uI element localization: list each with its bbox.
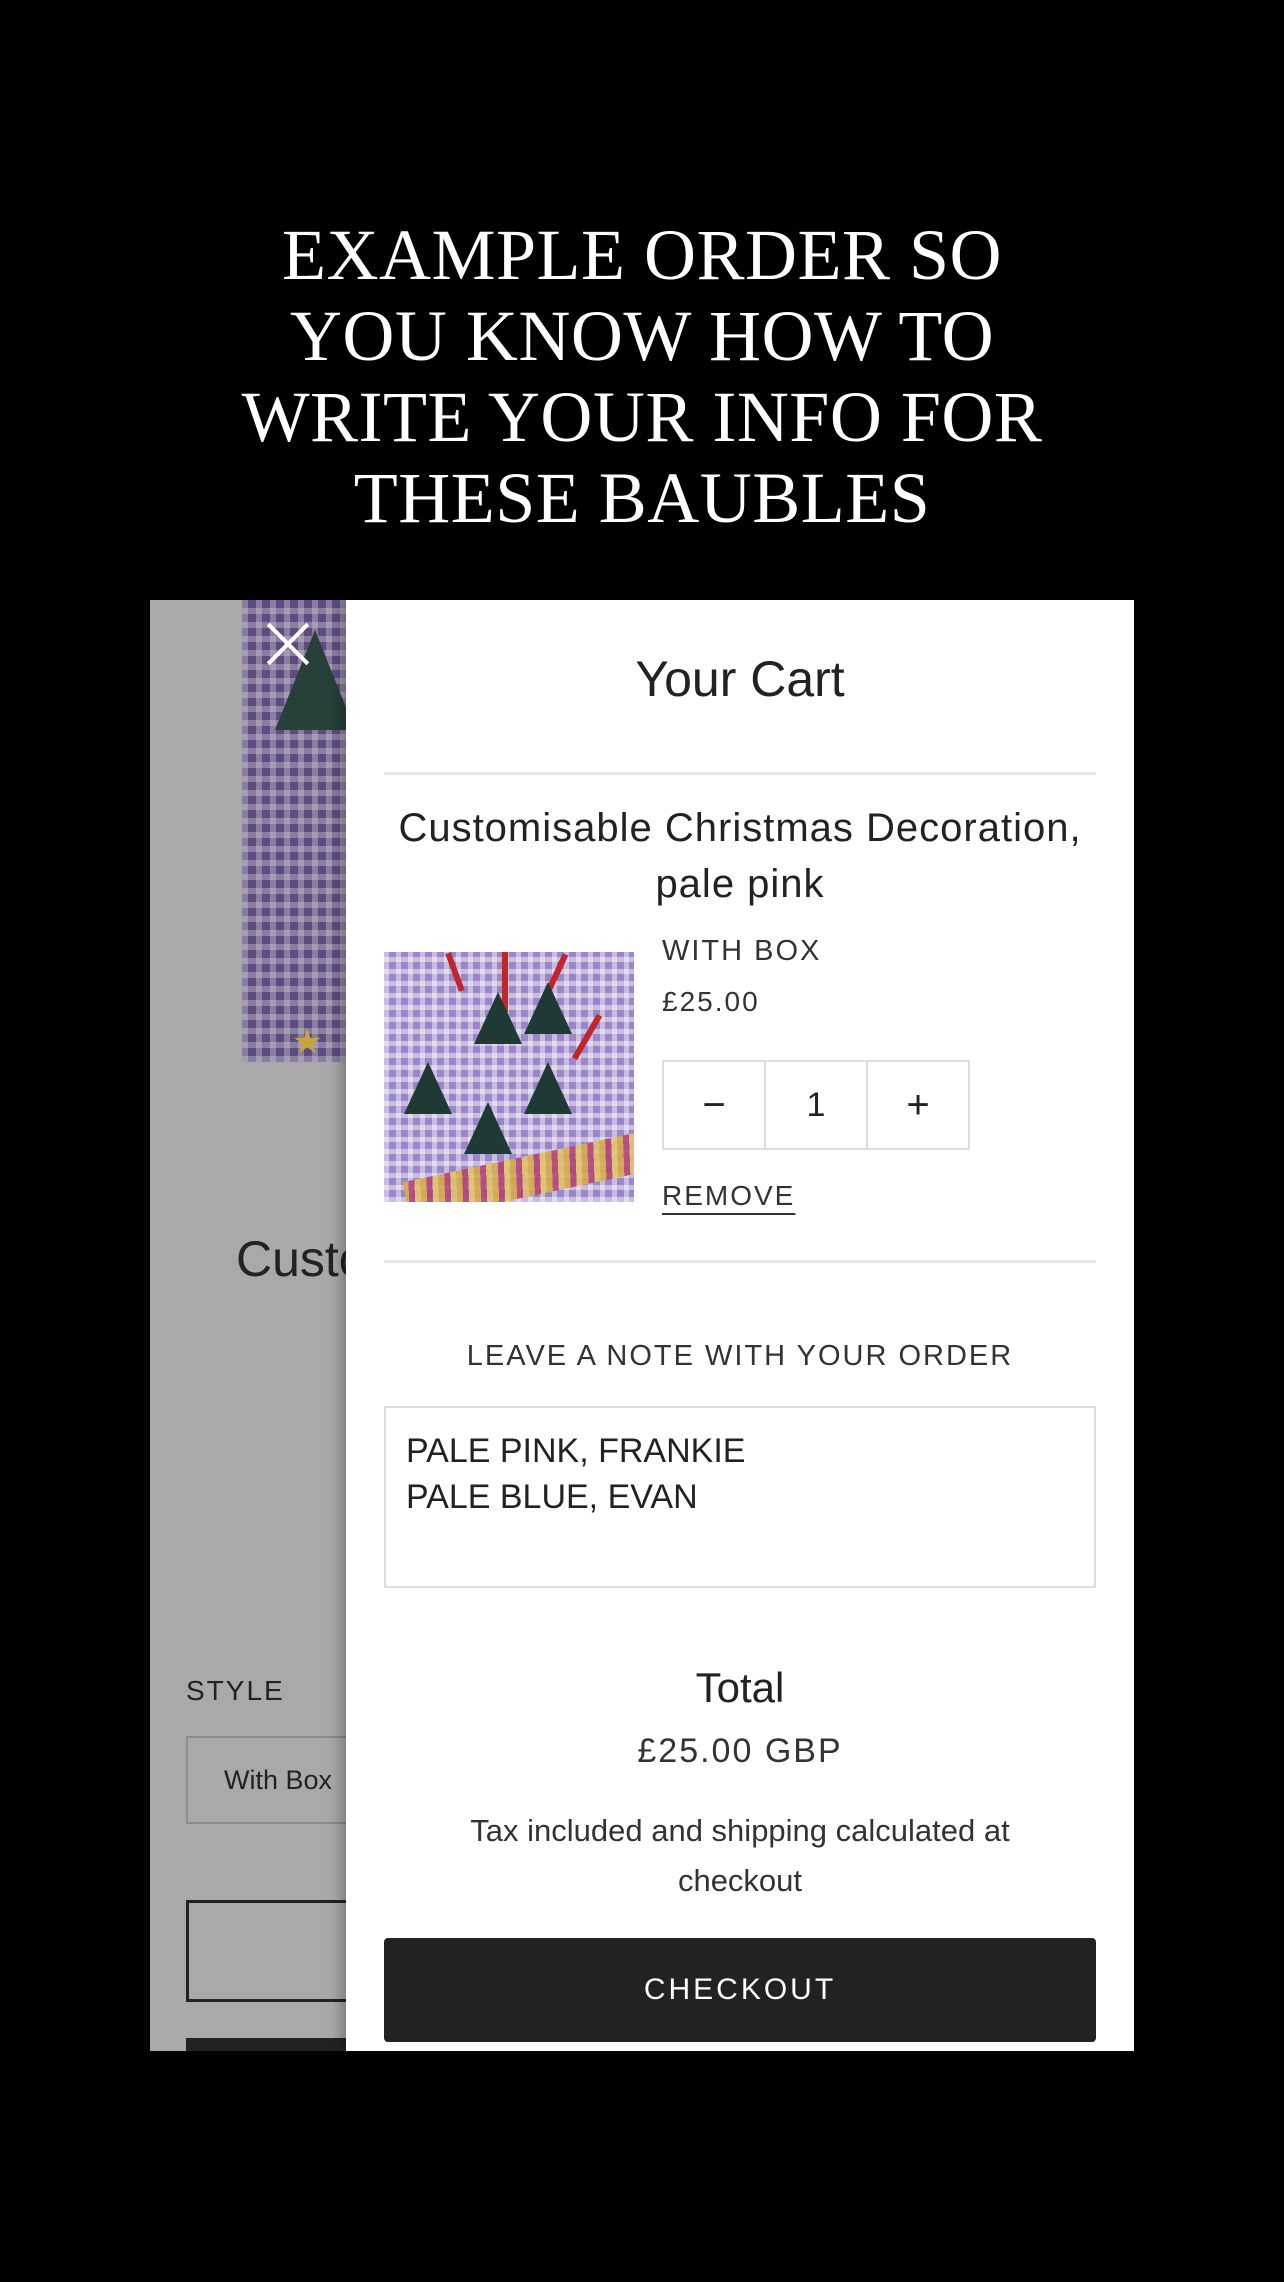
checkout-button[interactable]: CHECKOUT: [384, 1938, 1096, 2042]
cart-item-title[interactable]: Customisable Christmas Decoration, pale …: [384, 800, 1096, 912]
total-label: Total: [695, 1664, 785, 1711]
tree-ornament: [524, 1062, 572, 1114]
tax-shipping-note: Tax included and shipping calculated at …: [384, 1806, 1096, 1906]
divider: [384, 1260, 1096, 1263]
headline-line: YOU KNOW HOW TO: [289, 296, 995, 376]
cart-item-title-line: Customisable Christmas Decoration,: [398, 806, 1082, 850]
cart-item-image[interactable]: [384, 952, 634, 1202]
tax-note-line: checkout: [677, 1863, 803, 1898]
decrease-quantity-button[interactable]: −: [664, 1062, 764, 1148]
headline-line: THESE BAUBLES: [353, 458, 931, 538]
tree-ornament: [464, 1102, 512, 1154]
remove-item-link[interactable]: REMOVE: [662, 1180, 795, 1212]
headline-line: WRITE YOUR INFO FOR: [241, 377, 1043, 457]
order-note-line: PALE BLUE, EVAN: [406, 1478, 698, 1516]
quantity-stepper: − 1 +: [662, 1060, 970, 1150]
cart-item-price: £25.00: [662, 986, 760, 1017]
divider: [384, 772, 1096, 775]
tax-note-line: Tax included and shipping calculated at: [470, 1813, 1010, 1848]
star-icon: ★: [292, 1022, 323, 1062]
cart-drawer: Your Cart Customisable Christmas Decorat…: [346, 600, 1134, 2051]
screenshot-frame: ★ Custo STYLE With Box Your Cart Customi…: [150, 600, 1134, 2051]
tree-ornament: [404, 1062, 452, 1114]
cart-item-variant: WITH BOX: [662, 935, 822, 967]
order-note-textarea[interactable]: PALE PINK, FRANKIE PALE BLUE, EVAN: [384, 1406, 1096, 1588]
style-label: STYLE: [186, 1675, 285, 1706]
quantity-value[interactable]: 1: [764, 1062, 868, 1148]
order-note-line: PALE PINK, FRANKIE: [406, 1432, 746, 1470]
increase-quantity-button[interactable]: +: [868, 1062, 968, 1148]
ribbon: [445, 952, 465, 992]
tree-ornament: [524, 982, 572, 1034]
cart-title: Your Cart: [635, 651, 845, 707]
cart-item-title-line: pale pink: [655, 862, 825, 906]
close-icon[interactable]: [264, 620, 312, 668]
total-value: £25.00 GBP: [637, 1732, 843, 1770]
tree-ornament: [474, 992, 522, 1044]
headline-line: EXAMPLE ORDER SO: [281, 215, 1003, 295]
headline: EXAMPLE ORDER SO YOU KNOW HOW TO WRITE Y…: [0, 215, 1284, 539]
tinsel: [402, 1132, 634, 1202]
order-note-label: LEAVE A NOTE WITH YOUR ORDER: [466, 1340, 1014, 1372]
ribbon: [571, 1013, 603, 1061]
